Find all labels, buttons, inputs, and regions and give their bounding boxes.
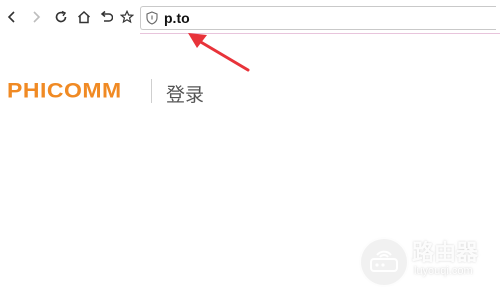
watermark-url: luyouqi.com — [414, 265, 473, 277]
address-bar[interactable]: p.to — [140, 6, 496, 30]
page-title: 登录 — [166, 84, 205, 106]
back-icon[interactable] — [4, 9, 20, 25]
watermark-name: 路由器 — [412, 241, 479, 266]
home-icon[interactable] — [76, 9, 92, 25]
red-arrow-annotation — [188, 33, 250, 72]
phicomm-logo: PHICOMM — [7, 78, 122, 102]
watermark: 路由器 luyouqi.com — [357, 235, 497, 295]
undo-icon[interactable] — [98, 9, 114, 25]
shield-icon[interactable] — [146, 11, 158, 25]
router-icon — [359, 237, 409, 287]
star-icon[interactable] — [119, 9, 135, 25]
logo-divider — [151, 79, 152, 103]
reload-icon[interactable] — [53, 9, 69, 25]
forward-icon[interactable] — [28, 9, 44, 25]
url-text[interactable]: p.to — [164, 8, 190, 28]
